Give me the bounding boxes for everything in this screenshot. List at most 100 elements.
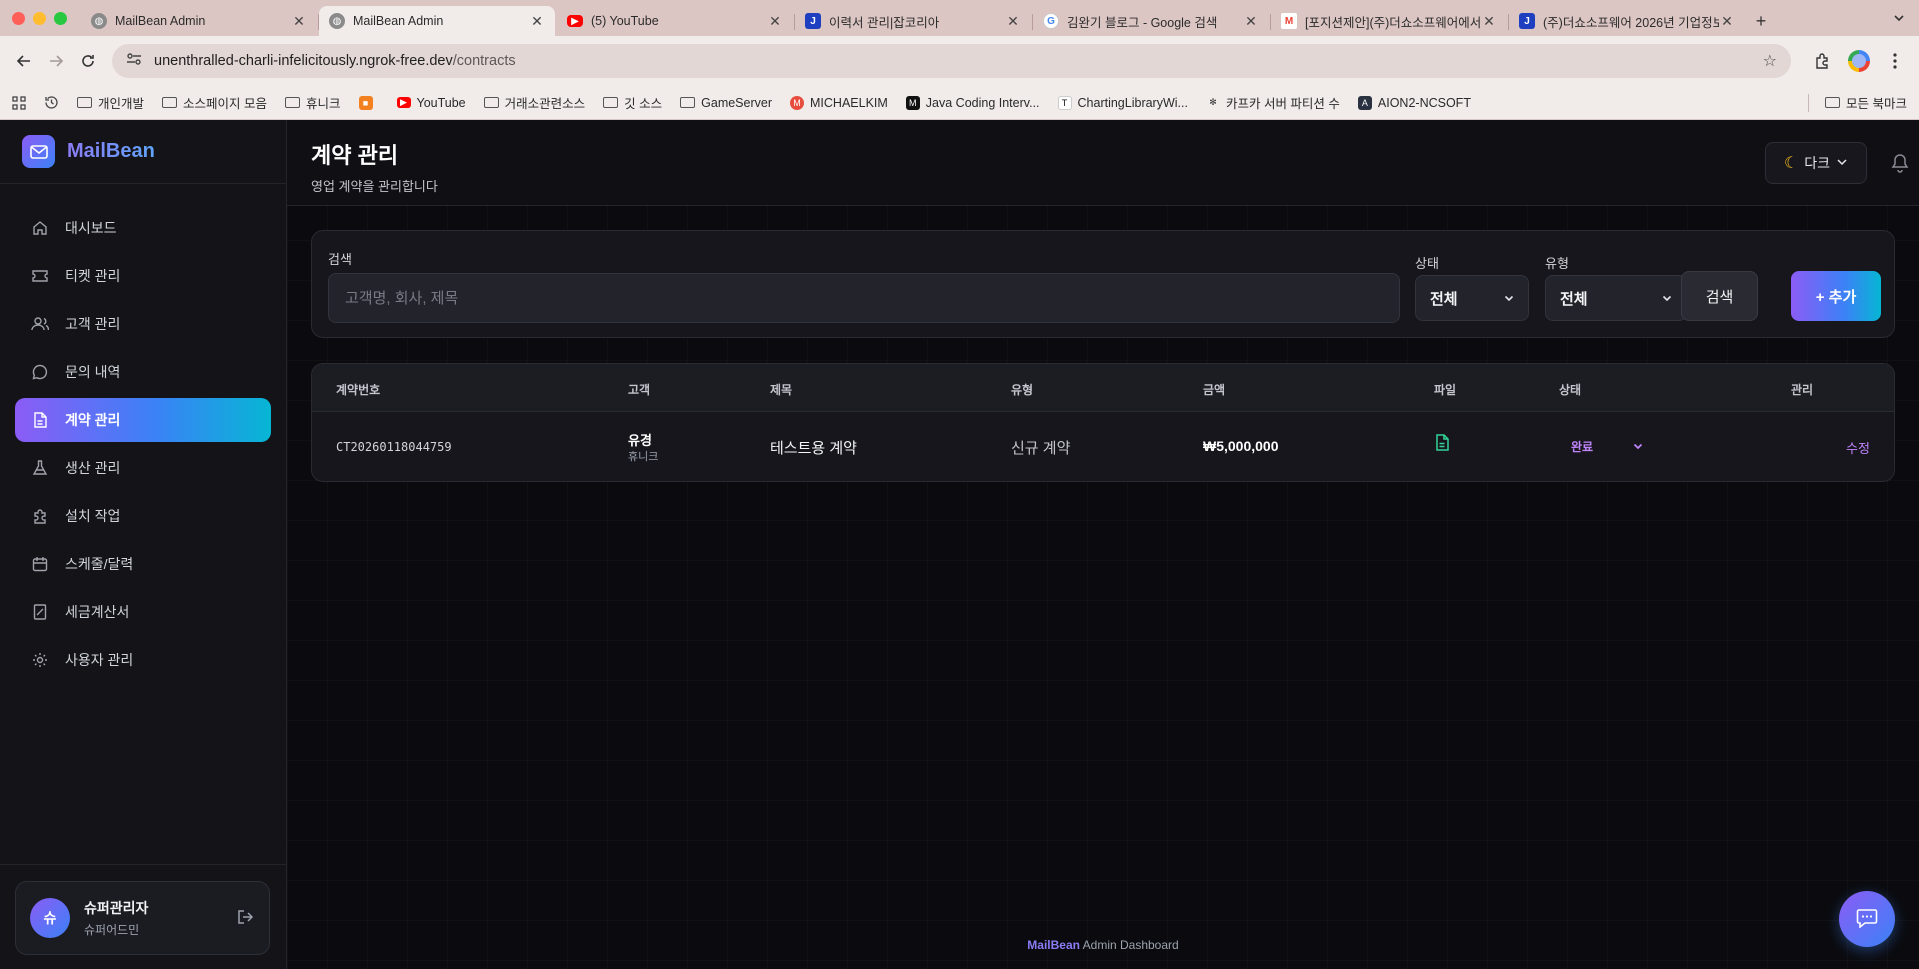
address-bar[interactable]: unenthralled-charli-infelicitously.ngrok…	[112, 44, 1791, 78]
close-tab-icon[interactable]: ✕	[1481, 13, 1497, 30]
sidebar-item-contracts[interactable]: 계약 관리	[15, 398, 271, 442]
profile-avatar-icon[interactable]	[1845, 47, 1873, 75]
flask-icon	[31, 459, 49, 477]
chat-button[interactable]	[1839, 891, 1895, 947]
bookmark-link[interactable]: ✻ 카프카 서버 파티션 수	[1206, 93, 1340, 112]
bookmark-link[interactable]: ■	[358, 95, 379, 110]
type-select[interactable]: 전체	[1545, 275, 1687, 321]
customer-name: 유경	[628, 433, 652, 448]
sidebar-item-label: 생산 관리	[65, 460, 121, 476]
filter-panel: 검색 상태 전체 유형 전체 검색 + 추가	[311, 230, 1895, 338]
reload-icon[interactable]	[74, 47, 102, 75]
folder-icon	[285, 97, 300, 108]
column-header: 제목	[770, 383, 793, 397]
sidebar-item-customers[interactable]: 고객 관리	[15, 302, 271, 346]
sidebar-item-label: 티켓 관리	[65, 268, 121, 284]
browser-tab[interactable]: J (주)더쇼소프웨어 2026년 기업정보 ✕	[1509, 6, 1745, 36]
back-arrow-icon[interactable]	[10, 47, 38, 75]
close-tab-icon[interactable]: ✕	[767, 13, 783, 30]
close-tab-icon[interactable]: ✕	[291, 13, 307, 30]
bookmark-link[interactable]: A AION2-NCSOFT	[1357, 95, 1471, 110]
file-document-icon[interactable]	[1435, 434, 1449, 454]
contract-number: CT20260118044759	[336, 440, 452, 454]
minimize-window-button[interactable]	[33, 11, 46, 25]
bookmark-link[interactable]: M MICHAELKIM	[790, 95, 888, 110]
globe-icon: ◍	[329, 13, 345, 29]
forward-arrow-icon[interactable]	[42, 47, 70, 75]
bookmark-folder[interactable]: 깃 소스	[603, 93, 662, 112]
close-window-button[interactable]	[12, 11, 25, 25]
close-tab-icon[interactable]: ✕	[1719, 13, 1735, 30]
close-tab-icon[interactable]: ✕	[1243, 13, 1259, 30]
close-tab-icon[interactable]: ✕	[1005, 13, 1021, 30]
new-tab-button[interactable]: +	[1747, 6, 1775, 36]
browser-tab-active[interactable]: ◍ MailBean Admin ✕	[319, 6, 555, 36]
theme-toggle-button[interactable]: ☾ 다크	[1765, 142, 1867, 184]
sidebar-nav: 대시보드 티켓 관리 고객 관리 문의 내역 계약 관리 생산 관리 설치 작업…	[0, 184, 286, 682]
contract-amount: ₩5,000,000	[1203, 438, 1279, 454]
sidebar-item-dashboard[interactable]: 대시보드	[15, 206, 271, 250]
browser-tab[interactable]: ◍ MailBean Admin ✕	[81, 6, 319, 36]
sidebar-item-schedule[interactable]: 스케줄/달력	[15, 542, 271, 586]
sidebar-item-users[interactable]: 사용자 관리	[15, 638, 271, 682]
column-header: 파일	[1434, 383, 1457, 397]
bookmark-link[interactable]: M Java Coding Interv...	[905, 95, 1040, 110]
bookmark-link[interactable]: ▶ YouTube	[396, 96, 466, 110]
status-dropdown[interactable]: 완료	[1571, 438, 1643, 455]
tab-title: 이력서 관리|잡코리아	[829, 15, 940, 30]
bell-icon[interactable]	[1891, 153, 1909, 176]
logout-icon[interactable]	[237, 909, 255, 928]
bookmark-folder[interactable]: GameServer	[680, 96, 772, 110]
extensions-icon[interactable]	[1809, 47, 1837, 75]
browser-tab[interactable]: G 김완기 블로그 - Google 검색 ✕	[1033, 6, 1271, 36]
bookmark-link[interactable]: T ChartingLibraryWi...	[1057, 95, 1188, 110]
avatar-icon: M	[790, 95, 804, 110]
sidebar-item-tax-invoice[interactable]: 세금계산서	[15, 590, 271, 634]
footer-text: Admin Dashboard	[1079, 938, 1179, 952]
search-input[interactable]	[328, 273, 1400, 323]
user-name: 슈퍼관리자	[84, 900, 149, 916]
folder-icon	[162, 97, 178, 108]
all-bookmarks-folder[interactable]: 모든 북마크	[1825, 93, 1907, 112]
browser-tab[interactable]: ▶ (5) YouTube ✕	[557, 6, 795, 36]
ticket-icon	[31, 267, 49, 285]
type-filter-label: 유형	[1545, 256, 1569, 271]
sidebar-item-tickets[interactable]: 티켓 관리	[15, 254, 271, 298]
history-icon[interactable]	[44, 95, 59, 110]
column-header: 상태	[1559, 383, 1582, 397]
box-icon: ■	[358, 95, 373, 110]
tab-search-chevron-icon[interactable]	[1889, 8, 1909, 28]
bookmark-folder[interactable]: 개인개발	[77, 93, 144, 112]
browser-tab[interactable]: M [포지션제안](주)더쇼소프웨어에서 포 ✕	[1271, 6, 1509, 36]
maximize-window-button[interactable]	[54, 11, 67, 25]
apps-grid-icon[interactable]	[12, 95, 26, 110]
gmail-icon: M	[1281, 13, 1297, 29]
search-button[interactable]: 검색	[1681, 271, 1758, 321]
page-header: 계약 관리 영업 계약을 관리합니다 ☾ 다크	[287, 120, 1919, 206]
brand[interactable]: MailBean	[0, 120, 286, 184]
document-icon	[31, 411, 49, 429]
tab-title: [포지션제안](주)더쇼소프웨어에서 포	[1305, 15, 1481, 30]
bookmark-folder[interactable]: 휴니크	[285, 93, 341, 112]
sidebar-item-production[interactable]: 생산 관리	[15, 446, 271, 490]
footer-brand: MailBean	[1027, 938, 1080, 952]
status-select[interactable]: 전체	[1415, 275, 1529, 321]
table-row[interactable]: CT20260118044759 유경 휴니크 테스트용 계약 신규 계약 ₩5…	[312, 412, 1894, 481]
home-icon	[31, 219, 49, 237]
close-tab-icon[interactable]: ✕	[529, 13, 545, 30]
edit-button[interactable]: 수정	[1846, 438, 1870, 457]
kebab-menu-icon[interactable]	[1881, 47, 1909, 75]
sidebar-item-installation[interactable]: 설치 작업	[15, 494, 271, 538]
url-host: unenthralled-charli-infelicitously.ngrok…	[154, 53, 453, 69]
contract-title: 테스트용 계약	[770, 440, 857, 457]
message-icon	[31, 363, 49, 381]
site-info-icon[interactable]	[126, 52, 142, 70]
bookmark-star-icon[interactable]: ☆	[1763, 51, 1777, 71]
sidebar-item-inquiries[interactable]: 문의 내역	[15, 350, 271, 394]
bookmark-folder[interactable]: 소스페이지 모음	[162, 93, 267, 112]
browser-tab[interactable]: J 이력서 관리|잡코리아 ✕	[795, 6, 1033, 36]
add-contract-button[interactable]: + 추가	[1791, 271, 1881, 321]
sidebar: MailBean 대시보드 티켓 관리 고객 관리 문의 내역 계약 관리 생산…	[0, 120, 287, 969]
column-header: 관리	[1791, 383, 1814, 397]
bookmark-folder[interactable]: 거래소관련소스	[483, 93, 585, 112]
